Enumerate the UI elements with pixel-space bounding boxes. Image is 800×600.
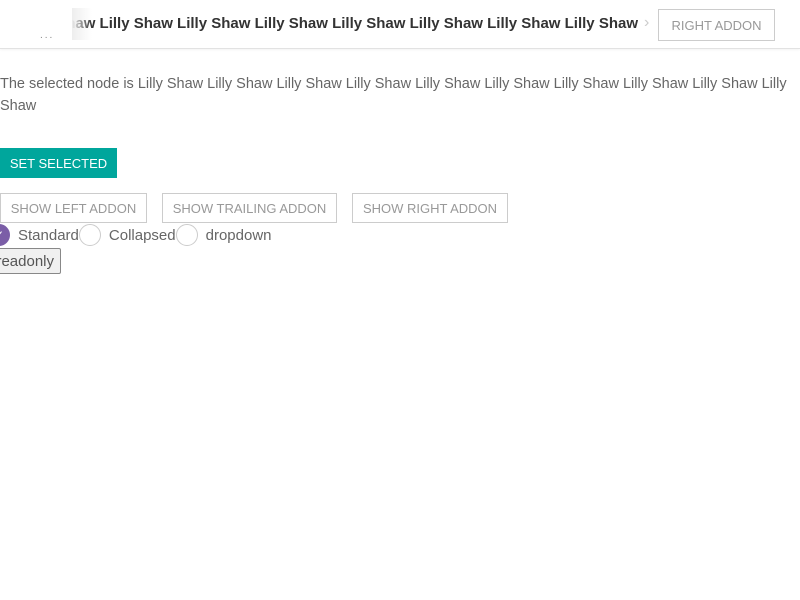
overflow-fade — [72, 8, 92, 40]
overflow-menu-button[interactable]: ... — [40, 30, 54, 41]
radio-label-collapsed: Collapsed — [108, 226, 176, 244]
show-right-addon-button[interactable]: SHOW RIGHT ADDON — [352, 193, 508, 223]
show-trailing-addon-button[interactable]: SHOW TRAILING ADDON — [162, 193, 337, 223]
selected-node-message: The selected node is Lilly Shaw Lilly Sh… — [0, 76, 787, 114]
breadcrumb: Lilly Shaw Lilly Shaw Lilly Shaw Lilly S… — [72, 8, 638, 40]
set-selected-button[interactable]: SET SELECTED — [0, 148, 117, 178]
radio-label-dropdown: dropdown — [205, 226, 272, 244]
breadcrumb-item[interactable]: Lilly Shaw Lilly Shaw Lilly Shaw Lilly S… — [72, 8, 638, 40]
chevron-right-icon: › — [644, 14, 650, 31]
radio-label-standard: Standard — [18, 226, 79, 244]
show-left-addon-button[interactable]: SHOW LEFT ADDON — [0, 193, 147, 223]
mode-radio-group: ✓ Standard Collapsed dropdown — [0, 224, 272, 246]
radio-collapsed[interactable] — [78, 224, 101, 246]
breadcrumb-header: ... Lilly Shaw Lilly Shaw Lilly Shaw Lil… — [0, 0, 800, 49]
right-addon-button[interactable]: RIGHT ADDON — [658, 9, 775, 41]
readonly-button[interactable]: readonly — [0, 248, 61, 274]
radio-standard[interactable]: ✓ — [0, 224, 10, 246]
radio-dropdown[interactable] — [175, 224, 198, 246]
